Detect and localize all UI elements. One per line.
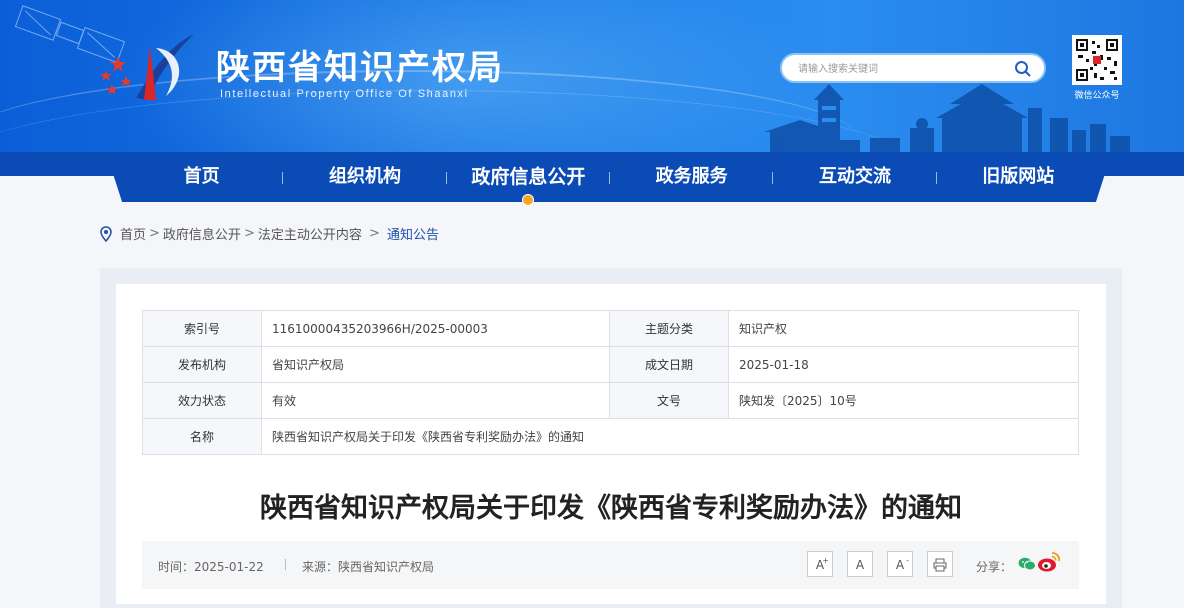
font-normal-label: A [855, 558, 865, 572]
site-title: 陕西省知识产权局 [216, 48, 504, 88]
breadcrumb: 首页 > 政府信息公开 > 法定主动公开内容 > 通知公告 [100, 224, 439, 243]
breadcrumb-separator: > [364, 226, 385, 241]
table-row: 发布机构 省知识产权局 成文日期 2025-01-18 [142, 346, 1079, 383]
status-value: 有效 [261, 382, 610, 419]
nav-item-label: 组织机构 [328, 166, 401, 187]
topic-label: 主题分类 [609, 310, 729, 347]
search-icon[interactable] [1014, 60, 1032, 78]
docno-label: 文号 [609, 382, 729, 419]
nav-item-label: 首页 [183, 166, 220, 187]
active-indicator-icon [522, 194, 535, 206]
nav-item-label: 旧版网站 [982, 166, 1055, 187]
breadcrumb-current[interactable]: 通知公告 [387, 224, 439, 243]
nav-item-label: 互动交流 [818, 166, 891, 187]
site-subtitle: Intellectual Property Office Of Shaanxi [220, 88, 469, 100]
nav-item-label: 政务服务 [655, 166, 728, 187]
breadcrumb-separator: > [149, 226, 160, 241]
publisher-value: 省知识产权局 [261, 346, 610, 383]
minus-icon: - [906, 556, 909, 565]
nav-item-interaction[interactable]: 互动交流 [773, 152, 937, 202]
name-value: 陕西省知识产权局关于印发《陕西省专利奖励办法》的通知 [261, 418, 1079, 455]
article-source: 来源：陕西省知识产权局 [302, 560, 435, 574]
nav-list: 首页 组织机构 政府信息公开 政务服务 互动交流 旧版网站 [120, 152, 1100, 206]
table-row: 索引号 11610000435203966H/2025-00003 主题分类 知… [142, 310, 1079, 347]
breadcrumb-separator: > [243, 226, 255, 241]
share-label: 分享： [976, 560, 1013, 574]
topic-value: 知识产权 [728, 310, 1079, 347]
article-title: 陕西省知识产权局关于印发《陕西省专利奖励办法》的通知 [260, 493, 962, 524]
breadcrumb-home[interactable]: 首页 [120, 224, 146, 243]
table-row: 名称 陕西省知识产权局关于印发《陕西省专利奖励办法》的通知 [142, 418, 1079, 455]
weibo-icon[interactable] [1037, 551, 1061, 573]
font-increase-button[interactable]: A + [807, 551, 833, 577]
location-pin-icon [100, 225, 112, 242]
qr-label: 微信公众号 [1074, 91, 1120, 101]
publish-time: 时间：2025-01-22 [158, 560, 264, 574]
search-box [780, 53, 1046, 83]
index-label: 索引号 [142, 310, 262, 347]
nav-item-label: 政府信息公开 [471, 166, 586, 188]
document-meta-table: 索引号 11610000435203966H/2025-00003 主题分类 知… [142, 310, 1079, 455]
font-decrease-label: A [895, 558, 905, 572]
logo-icon [100, 34, 194, 100]
status-label: 效力状态 [142, 382, 262, 419]
name-label: 名称 [142, 418, 262, 455]
font-decrease-button[interactable]: A- [887, 551, 913, 577]
font-normal-button[interactable]: A [847, 551, 873, 577]
wechat-icon[interactable] [1018, 557, 1036, 571]
wechat-qr-code [1072, 35, 1122, 85]
index-value: 11610000435203966H/2025-00003 [261, 310, 610, 347]
nav-item-old-site[interactable]: 旧版网站 [937, 152, 1100, 202]
site-header: 陕西省知识产权局 Intellectual Property Office Of… [0, 0, 1184, 152]
nav-item-home[interactable]: 首页 [120, 152, 284, 202]
info-divider [285, 559, 286, 570]
nav-item-gov-info[interactable]: 政府信息公开 [447, 152, 610, 206]
table-row: 效力状态 有效 文号 陕知发〔2025〕10号 [142, 382, 1079, 419]
article-info-bar: 时间：2025-01-22 来源：陕西省知识产权局 A + A A- 分享： [142, 541, 1079, 589]
breadcrumb-statutory[interactable]: 法定主动公开内容 [258, 224, 362, 243]
breadcrumb-gov-info[interactable]: 政府信息公开 [163, 224, 241, 243]
qr-code-icon [1074, 37, 1120, 83]
nav-item-services[interactable]: 政务服务 [610, 152, 774, 202]
plus-icon: + [822, 556, 829, 565]
date-label: 成文日期 [609, 346, 729, 383]
printer-icon [933, 558, 947, 572]
date-value: 2025-01-18 [728, 346, 1079, 383]
main-nav: 首页 组织机构 政府信息公开 政务服务 互动交流 旧版网站 [0, 152, 1184, 206]
nav-item-organization[interactable]: 组织机构 [283, 152, 447, 202]
docno-value: 陕知发〔2025〕10号 [728, 382, 1079, 419]
search-input[interactable] [796, 58, 1010, 80]
publisher-label: 发布机构 [142, 346, 262, 383]
print-button[interactable] [927, 551, 953, 577]
